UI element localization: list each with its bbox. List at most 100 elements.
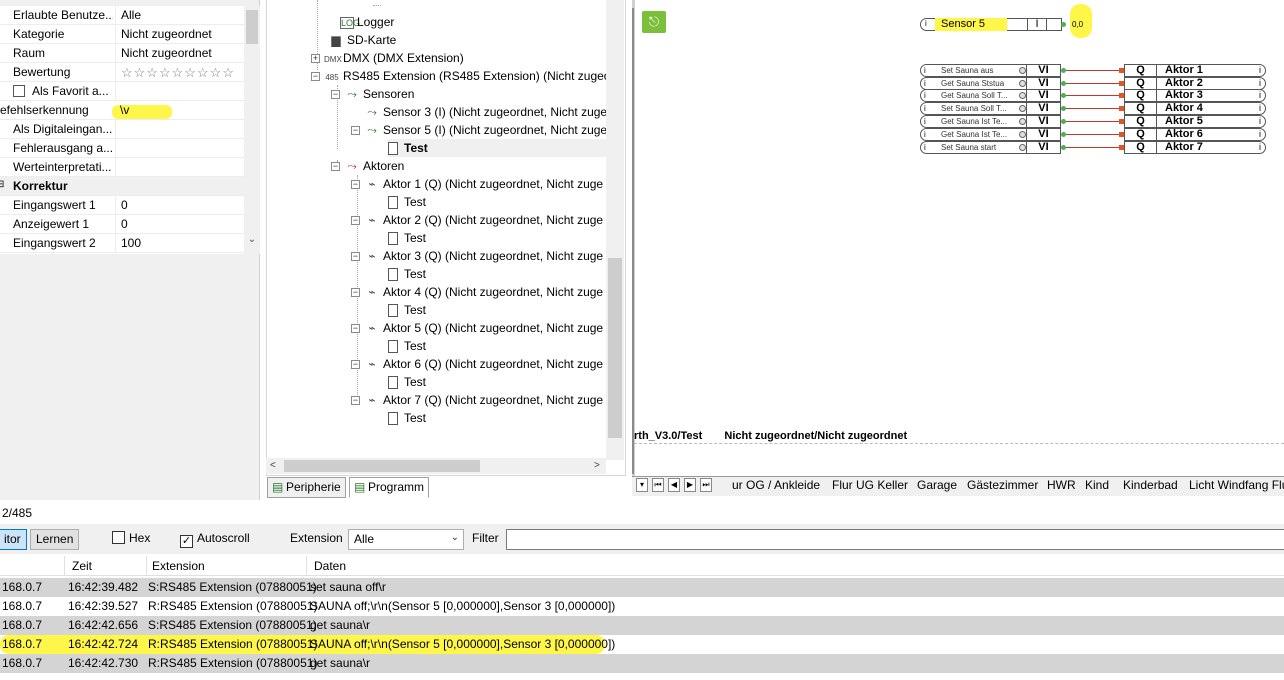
output-block[interactable]: Q Aktor 4 i: [1124, 102, 1266, 115]
checkbox-icon[interactable]: [112, 531, 125, 544]
tree-item-test[interactable]: Test: [388, 373, 426, 391]
page-tab[interactable]: ur OG / Ankleide: [732, 478, 820, 492]
tab-program[interactable]: ▤ Programm: [349, 477, 430, 498]
scroll-left-icon[interactable]: <: [270, 460, 276, 471]
prev-page-icon[interactable]: ◀: [668, 478, 680, 492]
tree-hscroll-thumb[interactable]: [284, 460, 480, 472]
tree-item-actor-1[interactable]: − ⌁ Aktor 1 (Q) (Nicht zugeordnet, Nicht z…: [351, 175, 603, 193]
input-block[interactable]: i Get Sauna Ist Te... VI: [920, 115, 1061, 128]
info-icon[interactable]: i: [925, 19, 927, 28]
tree-item-test[interactable]: Test: [388, 229, 426, 247]
dropdown-icon[interactable]: ▾: [636, 478, 648, 492]
tree-item-dmx[interactable]: + DMXDMX (DMX Extension): [311, 49, 464, 67]
toggle-icon[interactable]: [1019, 118, 1026, 125]
table-row[interactable]: 168.0.7 16:42:42.730 R:RS485 Extension (…: [0, 654, 1284, 673]
monitor-button[interactable]: itor: [0, 529, 27, 550]
info-icon[interactable]: i: [924, 78, 926, 89]
tree-item-actor-3[interactable]: − ⌁ Aktor 3 (Q) (Nicht zugeordnet, Nicht z…: [351, 247, 603, 265]
tree-scroll-thumb[interactable]: [608, 258, 622, 438]
output-port[interactable]: [1061, 22, 1066, 27]
info-icon[interactable]: i: [924, 90, 926, 101]
info-icon[interactable]: i: [924, 103, 926, 114]
property-row[interactable]: Kategorie Nicht zugeordnet: [0, 25, 244, 44]
property-value[interactable]: 0: [115, 196, 128, 214]
collapse-icon[interactable]: −: [351, 252, 360, 262]
chevron-down-icon[interactable]: ⌄: [244, 234, 260, 250]
input-block[interactable]: i Get Sauna Soll T... VI: [920, 89, 1061, 102]
scroll-right-icon[interactable]: >: [594, 460, 600, 471]
output-block[interactable]: Q Aktor 3 i: [1124, 89, 1266, 102]
output-block[interactable]: Q Aktor 5 i: [1124, 115, 1266, 128]
collapse-icon[interactable]: ⊟: [0, 179, 4, 190]
tree-item-rs485[interactable]: −485 RS485 Extension (RS485 Extension) (N…: [311, 67, 621, 85]
page-tab[interactable]: Gästezimmer: [967, 478, 1038, 492]
tree-item-actor-7[interactable]: − ⌁ Aktor 7 (Q) (Nicht zugeordnet, Nicht z…: [351, 391, 603, 409]
info-icon[interactable]: i: [1259, 90, 1261, 101]
hex-checkbox[interactable]: Hex: [112, 531, 150, 545]
property-row[interactable]: Eingangswert 2 100: [0, 234, 244, 253]
learn-button[interactable]: Lernen: [30, 529, 80, 550]
collapse-icon[interactable]: −: [331, 90, 340, 100]
column-header-time[interactable]: Zeit: [72, 559, 92, 573]
table-row[interactable]: 168.0.7 16:42:39.527 R:RS485 Extension (…: [0, 597, 1284, 616]
tree-item-test[interactable]: Test: [388, 337, 426, 355]
tree-item-sensors[interactable]: − ⤳ Sensoren: [331, 85, 414, 103]
page-tab[interactable]: Garage: [917, 478, 957, 492]
last-page-icon[interactable]: ⏭: [700, 478, 712, 492]
tree-item-test[interactable]: Test: [388, 301, 426, 319]
sensor-block[interactable]: i Sensor 5 I: [920, 18, 1062, 31]
property-row[interactable]: Werteinterpretati...: [0, 158, 244, 177]
column-header-extension[interactable]: Extension: [152, 559, 205, 573]
toggle-icon[interactable]: [1019, 80, 1026, 87]
tree-item-actor-6[interactable]: − ⌁ Aktor 6 (Q) (Nicht zugeordnet, Nicht z…: [351, 355, 603, 373]
property-value[interactable]: 0: [115, 215, 128, 233]
property-value[interactable]: [115, 82, 121, 100]
tree-item-sensor-5[interactable]: − ⤳ Sensor 5 (I) (Nicht zugeordnet, Nicht …: [351, 121, 607, 139]
favorite-checkbox[interactable]: [13, 85, 25, 97]
page-tab[interactable]: Flur UG Keller: [832, 478, 908, 492]
collapse-icon[interactable]: −: [351, 324, 360, 334]
info-icon[interactable]: i: [1259, 65, 1261, 76]
property-category[interactable]: ⊟ Korrektur: [0, 177, 244, 196]
property-value[interactable]: 100: [115, 234, 141, 252]
tree-item-sensor-3[interactable]: ⤳ Sensor 3 (I) (Nicht zugeordnet, Nicht z…: [364, 103, 607, 121]
property-row[interactable]: Anzeigewert 1 0: [0, 215, 244, 234]
info-icon[interactable]: i: [1259, 129, 1261, 140]
checkmark-icon[interactable]: ✓: [180, 535, 193, 548]
toggle-icon[interactable]: [1019, 105, 1026, 112]
page-tab[interactable]: HWR: [1047, 478, 1076, 492]
property-row[interactable]: Bewertung ☆☆☆☆☆☆☆☆☆: [0, 63, 244, 82]
column-separator[interactable]: [146, 556, 147, 576]
info-icon[interactable]: i: [1259, 116, 1261, 127]
collapse-icon[interactable]: −: [331, 162, 340, 172]
tree-item-test[interactable]: Test: [388, 409, 426, 427]
extension-select[interactable]: Alle ⌄: [348, 529, 464, 550]
next-page-icon[interactable]: ▶: [684, 478, 696, 492]
input-block[interactable]: i Get Sauna Ist Te... VI: [920, 128, 1061, 141]
first-page-icon[interactable]: ⏮: [652, 478, 664, 492]
property-value[interactable]: Alle: [115, 6, 141, 24]
tree-item-actor-2[interactable]: − ⌁ Aktor 2 (Q) (Nicht zugeordnet, Nicht z…: [351, 211, 603, 229]
column-separator[interactable]: [64, 556, 65, 576]
toggle-icon[interactable]: [1019, 92, 1026, 99]
output-block[interactable]: Q Aktor 6 i: [1124, 128, 1266, 141]
collapse-icon[interactable]: −: [351, 396, 360, 406]
tab-peripherals[interactable]: ▤ Peripherie: [267, 477, 346, 498]
tree-item-test[interactable]: Test: [388, 193, 426, 211]
property-row[interactable]: Erlaubte Benutze... Alle: [0, 6, 244, 25]
page-tab[interactable]: Kinderbad: [1123, 478, 1178, 492]
table-row[interactable]: 168.0.7 16:42:39.482 S:RS485 Extension (…: [0, 578, 1284, 597]
input-block[interactable]: i Set Sauna start VI: [920, 141, 1061, 154]
info-icon[interactable]: i: [924, 129, 926, 140]
collapse-icon[interactable]: −: [351, 360, 360, 370]
property-row[interactable]: efehlserkennung \v: [0, 101, 244, 120]
output-block[interactable]: Q Aktor 1 i: [1124, 64, 1266, 77]
tree-item-test[interactable]: Test: [388, 265, 426, 283]
column-separator[interactable]: [306, 556, 307, 576]
input-block[interactable]: i Set Sauna Soll T... VI: [920, 102, 1061, 115]
collapse-icon[interactable]: −: [351, 126, 360, 136]
info-icon[interactable]: i: [924, 116, 926, 127]
property-row[interactable]: Fehlerausgang a...: [0, 139, 244, 158]
page-tab[interactable]: Licht Windfang Flu: [1189, 478, 1284, 492]
info-icon[interactable]: i: [924, 142, 926, 153]
